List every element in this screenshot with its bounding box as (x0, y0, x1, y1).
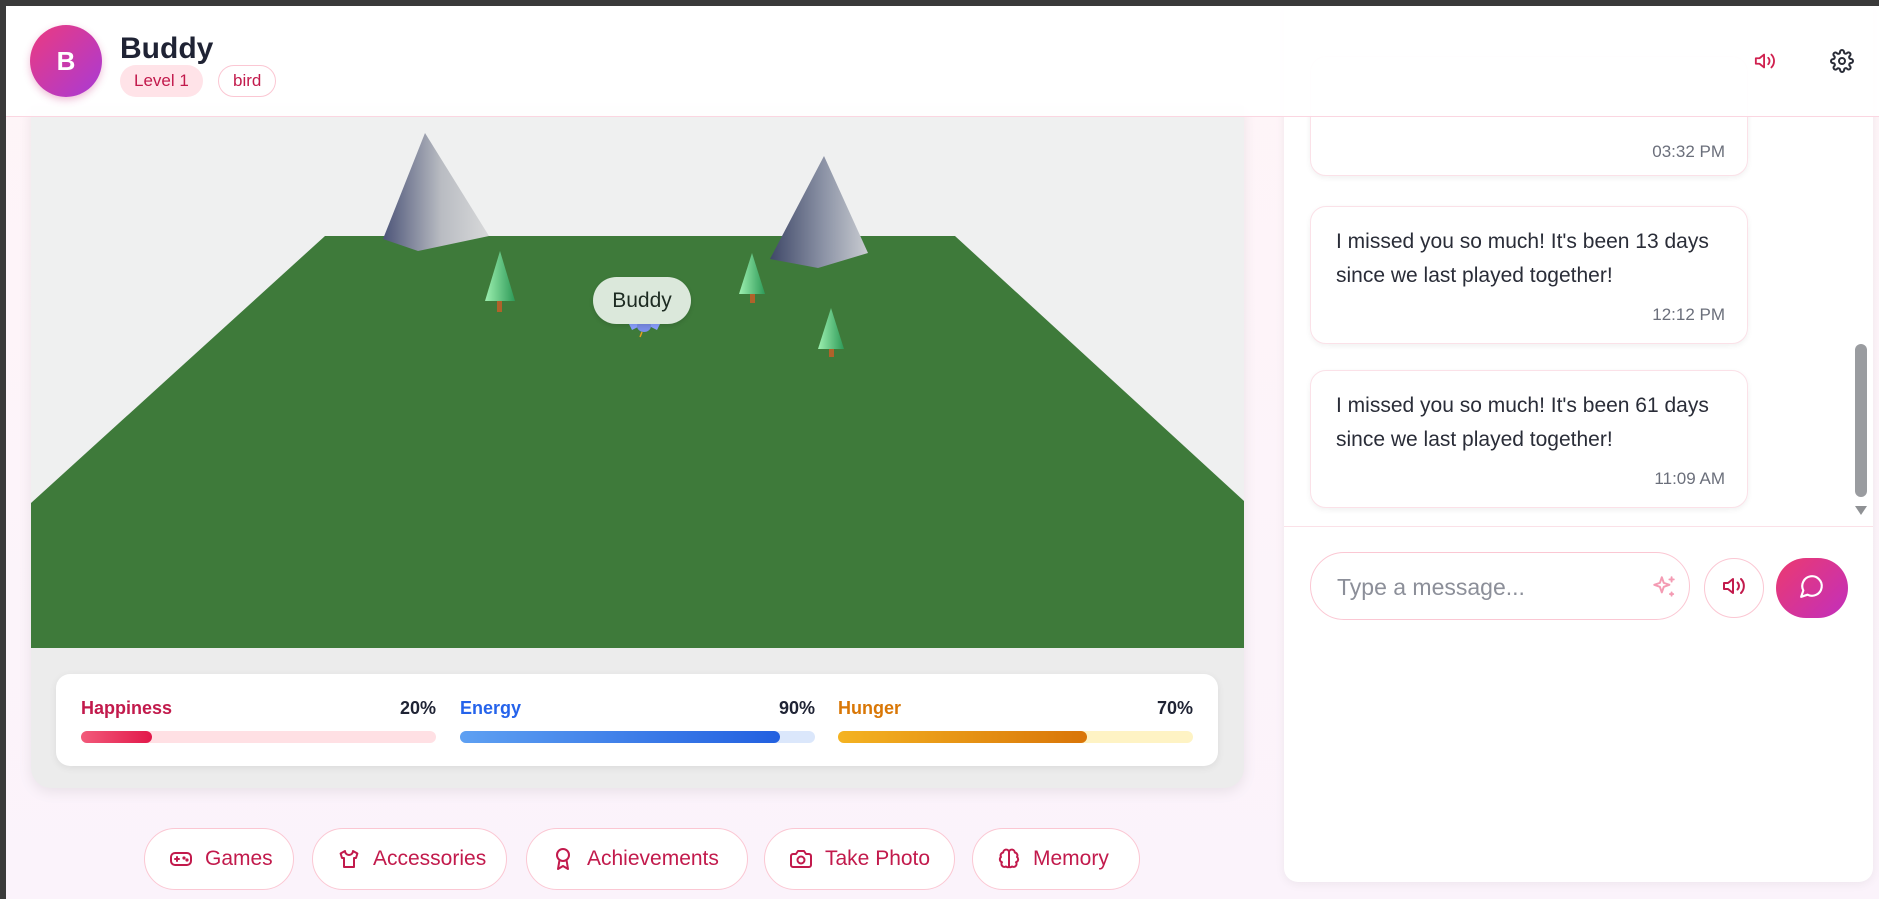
hunger-value: 70% (1156, 698, 1193, 718)
gear-icon[interactable] (1825, 44, 1859, 78)
pet-name: Buddy (120, 32, 214, 65)
message-time: 03:32 PM (1652, 142, 1725, 161)
gamepad-icon (169, 847, 193, 871)
game-scene[interactable]: Buddy (31, 106, 1244, 648)
hunger-label: Hunger (838, 698, 901, 718)
app-window: B Buddy Level 1 bird Buddy Happiness 20%… (6, 6, 1879, 899)
award-icon (551, 847, 575, 871)
games-button[interactable]: Games (144, 828, 294, 890)
message-text: I missed you so much! It's been 13 days … (1336, 230, 1709, 287)
species-badge: bird (218, 65, 277, 97)
energy-track (460, 731, 815, 743)
message-text: I missed you so much! It's been 61 days … (1336, 394, 1709, 451)
energy-fill (460, 731, 780, 743)
hunger-track (838, 731, 1193, 743)
happiness-track (81, 731, 436, 743)
achievements-button[interactable]: Achievements (526, 828, 748, 890)
stats-bar: Happiness 20% Energy 90% Hunger 70% (56, 674, 1218, 766)
shirt-icon (337, 847, 361, 871)
message-input[interactable] (1335, 571, 1635, 603)
sparkle-icon[interactable] (1651, 574, 1677, 600)
chat-panel: 03:32 PM I missed you so much! It's been… (1284, 6, 1873, 882)
chat-bubble-icon (1799, 573, 1825, 604)
message-input-wrapper (1310, 552, 1690, 620)
memory-button[interactable]: Memory (972, 828, 1140, 890)
chat-message: I missed you so much! It's been 61 days … (1310, 370, 1748, 508)
pet-name-label: Buddy (593, 277, 691, 324)
header: B Buddy Level 1 bird (6, 6, 1879, 117)
volume-icon[interactable] (1748, 44, 1782, 78)
game-panel: Buddy Happiness 20% Energy 90% Hunger 70… (31, 106, 1244, 788)
brain-icon (997, 847, 1021, 871)
achievements-label: Achievements (587, 847, 719, 870)
volume-icon (1722, 574, 1746, 603)
take-photo-label: Take Photo (825, 847, 931, 870)
happiness-fill (81, 731, 152, 743)
accessories-label: Accessories (373, 847, 487, 870)
energy-label: Energy (460, 698, 522, 718)
accessories-button[interactable]: Accessories (312, 828, 507, 890)
message-time: 12:12 PM (1652, 305, 1725, 324)
games-label: Games (205, 847, 273, 870)
camera-icon (789, 847, 813, 871)
send-button[interactable] (1776, 558, 1848, 618)
memory-label: Memory (1033, 847, 1109, 870)
chat-message: I missed you so much! It's been 13 days … (1310, 206, 1748, 344)
level-badge: Level 1 (120, 65, 203, 97)
scroll-down-arrow[interactable] (1855, 506, 1867, 515)
energy-value: 90% (778, 698, 815, 718)
take-photo-button[interactable]: Take Photo (764, 828, 955, 890)
hunger-fill (838, 731, 1087, 743)
happiness-label: Happiness (81, 698, 173, 718)
avatar: B (30, 25, 102, 97)
mountain (383, 133, 489, 251)
voice-button[interactable] (1704, 558, 1764, 618)
chat-scrollbar[interactable] (1855, 344, 1867, 497)
divider (1284, 526, 1873, 527)
happiness-value: 20% (399, 698, 436, 718)
message-time: 11:09 AM (1654, 469, 1725, 488)
mountain (770, 156, 868, 268)
